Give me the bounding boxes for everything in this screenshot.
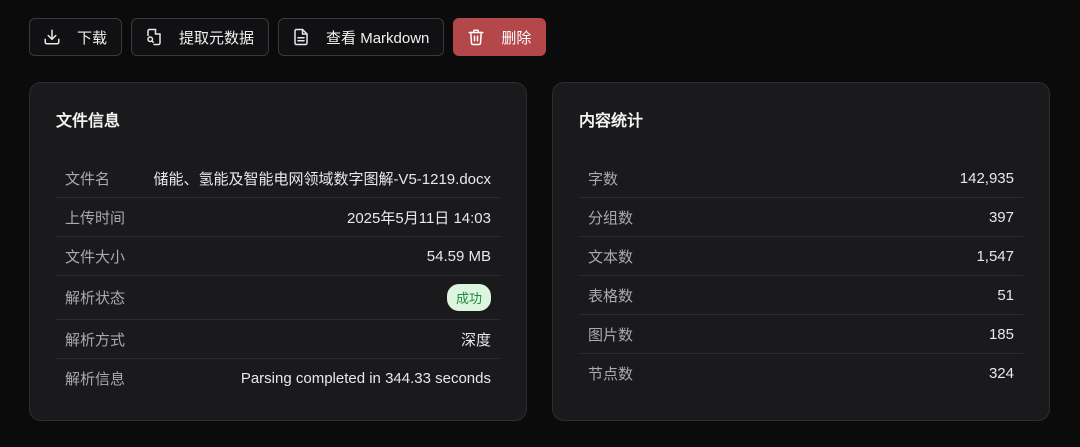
image-count-value: 185 bbox=[988, 325, 1014, 343]
download-button[interactable]: 下载 bbox=[29, 18, 123, 56]
file-name-row: 文件名 储能、氢能及智能电网领域数字图解-V5-1219.docx bbox=[56, 159, 500, 198]
action-toolbar: 下载 提取元数据 查看 Markdown 删除 bbox=[29, 18, 547, 56]
table-count-row: 表格数 51 bbox=[579, 276, 1023, 315]
delete-button-label: 删除 bbox=[501, 29, 532, 47]
file-size-label: 文件大小 bbox=[65, 248, 126, 266]
download-button-label: 下载 bbox=[77, 29, 108, 47]
extract-metadata-button[interactable]: 提取元数据 bbox=[131, 18, 270, 56]
content-stats-title: 内容统计 bbox=[579, 113, 644, 130]
content-stats-list: 字数 142,935 分组数 397 文本数 1,547 表格数 51 图片数 … bbox=[579, 159, 1023, 393]
trash-icon bbox=[467, 28, 485, 46]
file-search-icon bbox=[145, 28, 163, 46]
group-count-row: 分组数 397 bbox=[579, 198, 1023, 237]
word-count-row: 字数 142,935 bbox=[579, 159, 1023, 198]
upload-time-row: 上传时间 2025年5月11日 14:03 bbox=[56, 198, 500, 237]
file-info-card: 文件信息 文件名 储能、氢能及智能电网领域数字图解-V5-1219.docx 上… bbox=[29, 82, 527, 421]
node-count-label: 节点数 bbox=[588, 366, 634, 383]
text-count-row: 文本数 1,547 bbox=[579, 237, 1023, 276]
file-size-value: 54.59 MB bbox=[426, 247, 491, 265]
group-count-value: 397 bbox=[988, 208, 1014, 226]
content-stats-card: 内容统计 字数 142,935 分组数 397 文本数 1,547 表格数 51… bbox=[552, 82, 1050, 421]
extract-metadata-button-label: 提取元数据 bbox=[179, 29, 255, 47]
text-count-value: 1,547 bbox=[976, 247, 1014, 265]
node-count-row: 节点数 324 bbox=[579, 354, 1023, 393]
parse-info-label: 解析信息 bbox=[65, 371, 126, 388]
upload-time-label: 上传时间 bbox=[65, 209, 126, 227]
word-count-label: 字数 bbox=[588, 170, 619, 188]
document-icon bbox=[292, 28, 310, 46]
parse-method-row: 解析方式 深度 bbox=[56, 320, 500, 359]
parse-info-row: 解析信息 Parsing completed in 344.33 seconds bbox=[56, 359, 500, 398]
table-count-label: 表格数 bbox=[588, 287, 634, 305]
image-count-row: 图片数 185 bbox=[579, 315, 1023, 354]
file-info-title: 文件信息 bbox=[56, 113, 121, 130]
text-count-label: 文本数 bbox=[588, 248, 634, 266]
view-markdown-button-label: 查看 Markdown bbox=[326, 29, 430, 47]
delete-button[interactable]: 删除 bbox=[453, 18, 547, 56]
parse-method-label: 解析方式 bbox=[65, 331, 126, 349]
image-count-label: 图片数 bbox=[588, 326, 634, 344]
status-badge: 成功 bbox=[446, 284, 491, 311]
parse-info-value: Parsing completed in 344.33 seconds bbox=[240, 370, 491, 387]
group-count-label: 分组数 bbox=[588, 209, 634, 227]
download-icon bbox=[43, 28, 61, 46]
parse-status-label: 解析状态 bbox=[65, 290, 126, 307]
file-name-label: 文件名 bbox=[65, 170, 111, 188]
parse-method-value: 深度 bbox=[460, 331, 491, 349]
table-count-value: 51 bbox=[997, 286, 1014, 304]
upload-time-value: 2025年5月11日 14:03 bbox=[347, 209, 491, 227]
file-name-value: 储能、氢能及智能电网领域数字图解-V5-1219.docx bbox=[153, 170, 491, 188]
file-info-list: 文件名 储能、氢能及智能电网领域数字图解-V5-1219.docx 上传时间 2… bbox=[56, 159, 500, 398]
view-markdown-button[interactable]: 查看 Markdown bbox=[278, 18, 445, 56]
node-count-value: 324 bbox=[988, 365, 1014, 382]
word-count-value: 142,935 bbox=[959, 169, 1014, 187]
parse-status-row: 解析状态 成功 bbox=[56, 276, 500, 320]
file-size-row: 文件大小 54.59 MB bbox=[56, 237, 500, 276]
